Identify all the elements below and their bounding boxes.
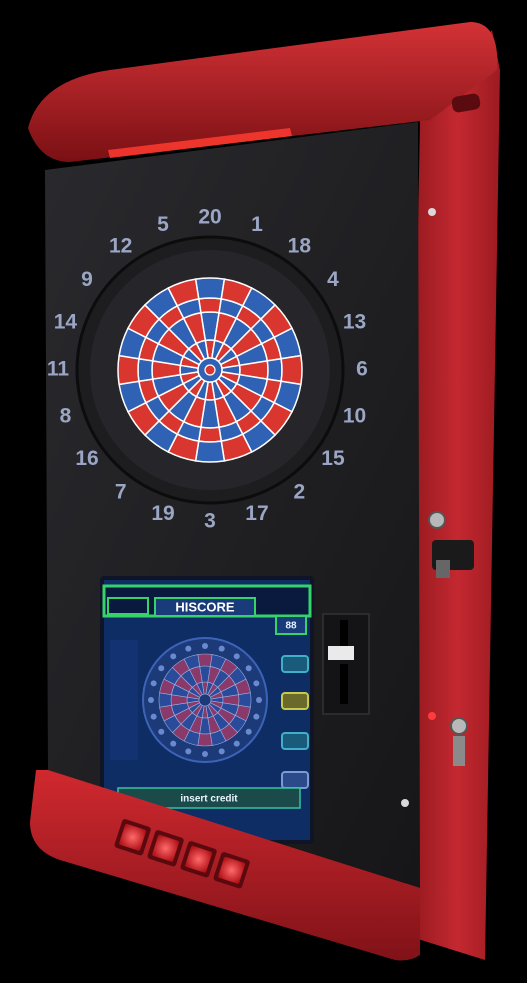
- board-number: 8: [60, 405, 72, 428]
- screen-option-2: [281, 692, 309, 710]
- dartboard-segment: [197, 426, 223, 443]
- mini-board-marker: [256, 697, 262, 703]
- board-number: 9: [81, 268, 93, 291]
- screen-badge: 88: [285, 621, 297, 632]
- cable-plug-tip: [436, 560, 450, 578]
- board-number: 19: [151, 502, 174, 525]
- dartboard-segment: [194, 440, 226, 463]
- dartboard-segment: [280, 354, 303, 386]
- screen-option-3: [281, 732, 309, 750]
- side-red-light: [428, 712, 436, 720]
- board-number: 7: [115, 481, 127, 504]
- coin-return-button: [328, 646, 354, 660]
- dartboard-segment: [117, 354, 140, 386]
- board-number: 15: [321, 447, 345, 470]
- screen-left-list: [110, 640, 138, 760]
- lock-key-2: [450, 717, 468, 735]
- board-number: 12: [109, 235, 132, 258]
- dartboard-segment: [194, 277, 226, 300]
- board-number: 16: [75, 447, 98, 470]
- board-number: 5: [157, 213, 169, 236]
- board-number: 13: [343, 311, 366, 334]
- side-screw: [428, 208, 436, 216]
- mini-board-marker: [158, 665, 165, 672]
- side-screw-2: [401, 799, 409, 807]
- mini-board-segment: [238, 692, 252, 708]
- key-stem: [453, 736, 465, 766]
- screen-left-tab: [107, 597, 149, 615]
- dartboard-segment: [197, 297, 223, 314]
- board-number: 3: [204, 510, 216, 533]
- coin-slot: [322, 613, 370, 715]
- board-number: 10: [343, 405, 366, 428]
- mini-board-marker: [148, 697, 154, 703]
- board-number: 14: [54, 311, 78, 334]
- mini-board-segment: [197, 733, 213, 747]
- bullseye: [204, 364, 216, 376]
- mini-board-marker: [150, 713, 157, 720]
- screen-footer-text: insert credit: [180, 794, 238, 805]
- dartboard-machine-photo: 20 11841361015217319716811149125 HISCORE …: [0, 0, 527, 983]
- screen-option-4: [281, 771, 309, 789]
- screen-title: HISCORE: [175, 599, 235, 614]
- mini-board-marker: [185, 645, 192, 652]
- mini-board-marker: [233, 653, 240, 660]
- coin-slot-lower: [340, 664, 348, 704]
- mini-board-marker: [218, 645, 225, 652]
- board-number: 17: [245, 502, 268, 525]
- dartboard-segment: [266, 357, 283, 383]
- board-number: 4: [327, 268, 339, 291]
- board-number: 20: [198, 206, 221, 229]
- board-number: 1: [251, 213, 263, 236]
- mini-board-marker: [202, 751, 208, 757]
- dartboard-segment: [137, 357, 154, 383]
- mini-board-segment: [197, 653, 213, 667]
- mini-board-marker: [150, 680, 157, 687]
- mini-board-marker: [253, 713, 260, 720]
- mini-board-marker: [158, 728, 165, 735]
- board-number: 2: [293, 481, 305, 504]
- screen-option-1: [281, 655, 309, 673]
- mini-board-marker: [253, 680, 260, 687]
- mini-board-marker: [202, 643, 208, 649]
- board-number: 6: [356, 358, 368, 381]
- lock-key-1: [428, 511, 446, 529]
- board-number: 18: [288, 235, 312, 258]
- mini-board-marker: [218, 748, 225, 755]
- coin-slot-opening: [340, 620, 348, 650]
- mini-board-marker: [185, 748, 192, 755]
- mini-board-marker: [170, 740, 177, 747]
- mini-board-marker: [233, 740, 240, 747]
- mini-board-marker: [170, 653, 177, 660]
- mini-board-segment: [158, 692, 172, 708]
- dartboard-face: [117, 277, 303, 463]
- mini-board-marker: [245, 728, 252, 735]
- board-number: 11: [47, 358, 70, 381]
- mini-board-marker: [245, 665, 252, 672]
